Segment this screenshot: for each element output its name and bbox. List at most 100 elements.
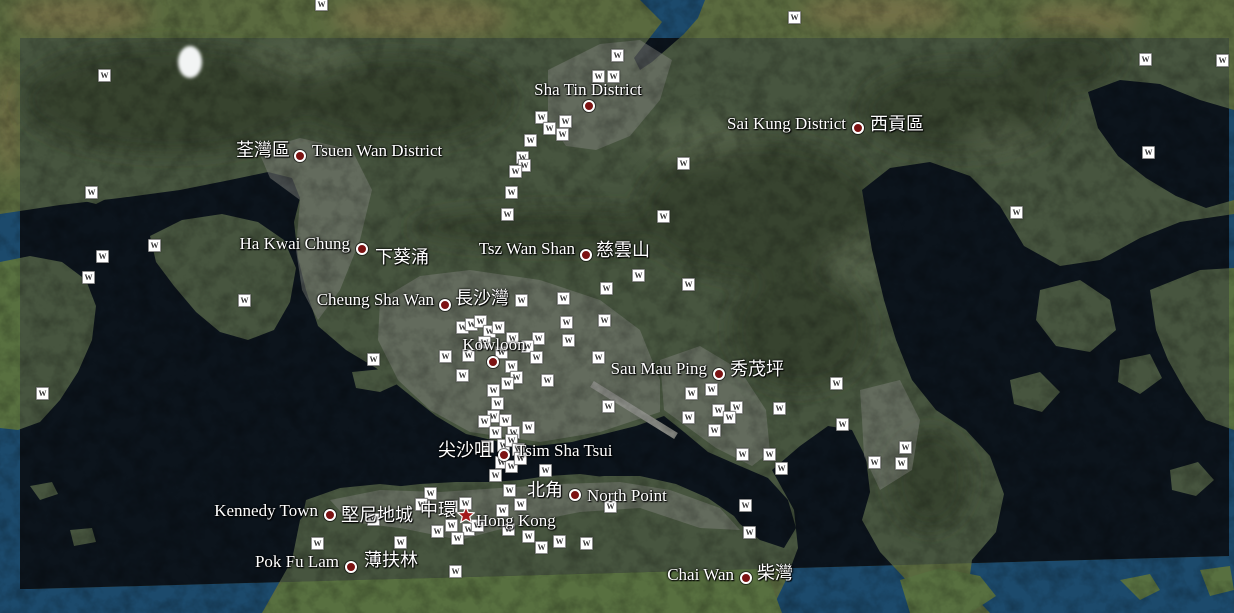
wikipedia-icon[interactable]: W <box>895 457 908 470</box>
wikipedia-icon[interactable]: W <box>868 456 881 469</box>
wikipedia-icon[interactable]: W <box>238 294 251 307</box>
label-ha-kwai-chung-zh[interactable]: 下葵涌 <box>375 247 429 267</box>
label-sha-tin-district[interactable]: Sha Tin District <box>534 81 642 99</box>
wikipedia-icon[interactable]: W <box>489 426 502 439</box>
wikipedia-icon[interactable]: W <box>708 424 721 437</box>
label-kennedy-town-zh[interactable]: 堅尼地城 <box>341 505 413 525</box>
label-tsim-sha-tsui-zh[interactable]: 尖沙咀 <box>438 440 492 460</box>
wikipedia-icon[interactable]: W <box>315 0 328 11</box>
wikipedia-icon[interactable]: W <box>1216 54 1229 67</box>
placemark-sai-kung-district[interactable] <box>852 122 864 134</box>
placemark-pok-fu-lam[interactable] <box>345 561 357 573</box>
wikipedia-icon[interactable]: W <box>560 316 573 329</box>
wikipedia-icon[interactable]: W <box>657 210 670 223</box>
wikipedia-icon[interactable]: W <box>501 377 514 390</box>
placemark-tsuen-wan-district[interactable] <box>294 150 306 162</box>
label-sai-kung-district-zh[interactable]: 西貢區 <box>870 114 924 134</box>
wikipedia-icon[interactable]: W <box>514 498 527 511</box>
wikipedia-icon[interactable]: W <box>85 186 98 199</box>
placemark-kowloon[interactable] <box>487 356 499 368</box>
wikipedia-icon[interactable]: W <box>743 526 756 539</box>
wikipedia-icon[interactable]: W <box>830 377 843 390</box>
wikipedia-icon[interactable]: W <box>96 250 109 263</box>
wikipedia-icon[interactable]: W <box>515 294 528 307</box>
label-tsuen-wan-district-zh[interactable]: 荃灣區 <box>236 140 290 160</box>
map-view[interactable]: W W W W W W W W W W W W W W W W W W W W W W W W W W W W W W W W W W W W W W W W… <box>0 0 1234 613</box>
wikipedia-icon[interactable]: W <box>788 11 801 24</box>
label-kowloon[interactable]: Kowloon <box>462 336 525 354</box>
placemark-hong-kong-star-icon[interactable] <box>457 506 475 524</box>
label-central-zh[interactable]: 中環 <box>420 500 456 520</box>
label-chai-wan-zh[interactable]: 柴灣 <box>757 563 793 583</box>
wikipedia-icon[interactable]: W <box>487 384 500 397</box>
wikipedia-icon[interactable]: W <box>682 278 695 291</box>
label-sai-kung-district[interactable]: Sai Kung District <box>727 115 846 133</box>
placemark-cheung-sha-wan[interactable] <box>439 299 451 311</box>
wikipedia-icon[interactable]: W <box>677 157 690 170</box>
wikipedia-icon[interactable]: W <box>1139 53 1152 66</box>
placemark-sha-tin-district[interactable] <box>583 100 595 112</box>
label-tsim-sha-tsui[interactable]: Tsim Sha Tsui <box>516 442 613 460</box>
wikipedia-icon[interactable]: W <box>456 369 469 382</box>
wikipedia-icon[interactable]: W <box>600 282 613 295</box>
wikipedia-icon[interactable]: W <box>739 499 752 512</box>
wikipedia-icon[interactable]: W <box>492 321 505 334</box>
placemark-tsz-wan-shan[interactable] <box>580 249 592 261</box>
wikipedia-icon[interactable]: W <box>836 418 849 431</box>
wikipedia-icon[interactable]: W <box>559 115 572 128</box>
wikipedia-icon[interactable]: W <box>736 448 749 461</box>
wikipedia-icon[interactable]: W <box>598 314 611 327</box>
wikipedia-icon[interactable]: W <box>501 208 514 221</box>
wikipedia-icon[interactable]: W <box>148 239 161 252</box>
label-tsz-wan-shan-zh[interactable]: 慈雲山 <box>596 240 650 260</box>
label-tsuen-wan-district[interactable]: Tsuen Wan District <box>312 142 442 160</box>
placemark-chai-wan[interactable] <box>740 572 752 584</box>
label-cheung-sha-wan[interactable]: Cheung Sha Wan <box>317 291 434 309</box>
label-sau-mau-ping[interactable]: Sau Mau Ping <box>611 360 707 378</box>
wikipedia-icon[interactable]: W <box>509 165 522 178</box>
wikipedia-icon[interactable]: W <box>522 530 535 543</box>
placemark-north-point[interactable] <box>569 489 581 501</box>
wikipedia-icon[interactable]: W <box>82 271 95 284</box>
wikipedia-icon[interactable]: W <box>553 535 566 548</box>
placemark-ha-kwai-chung[interactable] <box>356 243 368 255</box>
wikipedia-icon[interactable]: W <box>530 351 543 364</box>
wikipedia-icon[interactable]: W <box>705 383 718 396</box>
label-kennedy-town[interactable]: Kennedy Town <box>214 502 318 520</box>
wikipedia-icon[interactable]: W <box>535 541 548 554</box>
wikipedia-icon[interactable]: W <box>491 397 504 410</box>
label-chai-wan[interactable]: Chai Wan <box>667 566 734 584</box>
wikipedia-icon[interactable]: W <box>451 532 464 545</box>
label-pok-fu-lam[interactable]: Pok Fu Lam <box>255 553 339 571</box>
label-north-point-zh[interactable]: 北角 <box>527 480 563 500</box>
wikipedia-icon[interactable]: W <box>685 387 698 400</box>
wikipedia-icon[interactable]: W <box>431 525 444 538</box>
wikipedia-icon[interactable]: W <box>723 411 736 424</box>
wikipedia-icon[interactable]: W <box>394 536 407 549</box>
wikipedia-icon[interactable]: W <box>505 186 518 199</box>
wikipedia-icon[interactable]: W <box>367 353 380 366</box>
wikipedia-icon[interactable]: W <box>592 351 605 364</box>
placemark-kennedy-town[interactable] <box>324 509 336 521</box>
placemark-sau-mau-ping[interactable] <box>713 368 725 380</box>
wikipedia-icon[interactable]: W <box>562 334 575 347</box>
wikipedia-icon[interactable]: W <box>1010 206 1023 219</box>
wikipedia-icon[interactable]: W <box>556 128 569 141</box>
placemark-tsim-sha-tsui[interactable] <box>498 449 510 461</box>
wikipedia-icon[interactable]: W <box>580 537 593 550</box>
wikipedia-icon[interactable]: W <box>539 464 552 477</box>
wikipedia-icon[interactable]: W <box>449 565 462 578</box>
wikipedia-icon[interactable]: W <box>98 69 111 82</box>
wikipedia-icon[interactable]: W <box>899 441 912 454</box>
label-cheung-sha-wan-zh[interactable]: 長沙灣 <box>455 288 509 308</box>
label-ha-kwai-chung[interactable]: Ha Kwai Chung <box>240 235 350 253</box>
wikipedia-icon[interactable]: W <box>557 292 570 305</box>
wikipedia-icon[interactable]: W <box>763 448 776 461</box>
label-hong-kong[interactable]: Hong Kong <box>476 512 556 530</box>
wikipedia-icon[interactable]: W <box>1142 146 1155 159</box>
wikipedia-icon[interactable]: W <box>541 374 554 387</box>
wikipedia-icon[interactable]: W <box>602 400 615 413</box>
wikipedia-icon[interactable]: W <box>524 134 537 147</box>
wikipedia-icon[interactable]: W <box>311 537 324 550</box>
wikipedia-icon[interactable]: W <box>682 411 695 424</box>
